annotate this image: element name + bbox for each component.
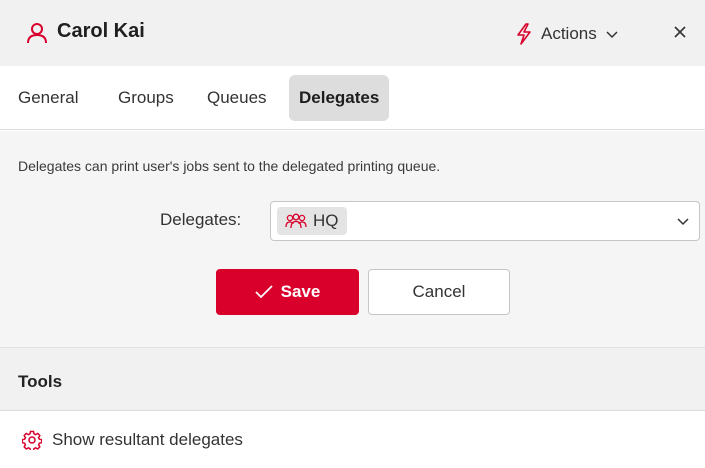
tab-groups[interactable]: Groups xyxy=(118,75,174,121)
delegate-chip[interactable]: HQ xyxy=(277,207,347,235)
delegates-description: Delegates can print user's jobs sent to … xyxy=(18,158,441,174)
tab-delegates[interactable]: Delegates xyxy=(289,75,390,121)
tools-title: Tools xyxy=(18,372,63,391)
gear-icon xyxy=(22,430,42,450)
delegates-field-label: Delegates: xyxy=(160,210,242,229)
save-button-label: Save xyxy=(280,282,321,301)
user-name-title: Carol Kai xyxy=(57,20,145,42)
tool-link-label: Show resultant delegates xyxy=(52,430,243,449)
delegates-select[interactable]: HQ xyxy=(270,201,700,241)
delegate-chip-label: HQ xyxy=(313,211,339,230)
checkmark-icon xyxy=(255,285,273,299)
actions-dropdown[interactable]: Actions xyxy=(514,21,618,47)
group-icon xyxy=(285,213,307,229)
lightning-icon xyxy=(517,23,531,45)
actions-label: Actions xyxy=(541,24,597,43)
save-button[interactable]: Save xyxy=(216,269,359,315)
cancel-button[interactable]: Cancel xyxy=(368,269,510,315)
tab-general[interactable]: General xyxy=(18,75,78,121)
tab-bar: General Groups Queues Delegates xyxy=(0,66,705,130)
panel-header: Carol Kai Actions xyxy=(0,0,705,66)
chevron-down-icon xyxy=(606,31,618,39)
delegates-section: Delegates can print user's jobs sent to … xyxy=(0,131,705,347)
user-icon xyxy=(27,23,47,44)
user-detail-panel: Carol Kai Actions General Groups Queues … xyxy=(0,0,705,468)
chevron-down-icon xyxy=(677,218,689,226)
tab-queues[interactable]: Queues xyxy=(207,75,267,121)
close-icon[interactable] xyxy=(670,22,690,42)
show-resultant-delegates-link[interactable]: Show resultant delegates xyxy=(22,430,243,450)
tools-section-header: Tools xyxy=(0,347,705,411)
